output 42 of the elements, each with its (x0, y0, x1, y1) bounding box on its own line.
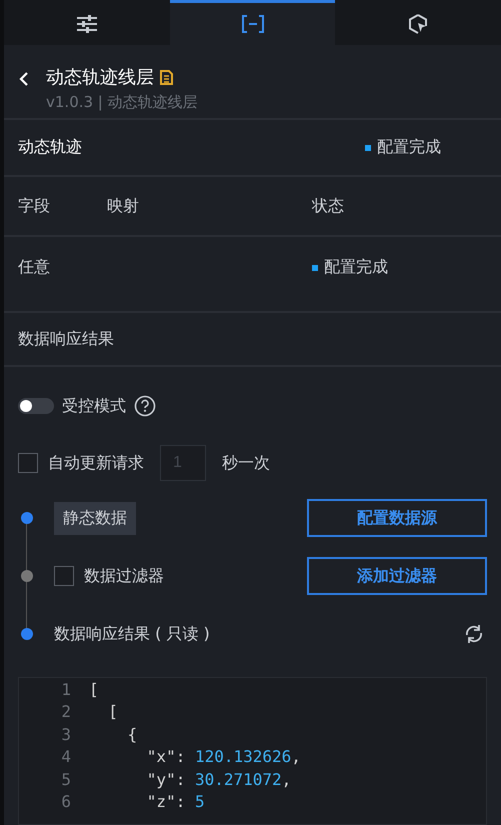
toggle-switch[interactable] (18, 398, 54, 414)
layer-title: 动态轨迹线层 (46, 66, 154, 89)
version-text: v1.0.3 | 动态轨迹线层 (46, 93, 198, 112)
status-text: 配置完成 (377, 137, 441, 158)
brackets-icon (242, 15, 264, 33)
checkbox[interactable] (18, 453, 38, 473)
back-icon[interactable] (18, 71, 30, 87)
column-header: 字段 (18, 196, 51, 216)
source-tag: 静态数据 (54, 502, 136, 534)
column-header: 状态 (312, 196, 344, 216)
line-number: 5 (60, 770, 72, 789)
code-line: "z": 5 (146, 792, 205, 812)
column-header: 映射 (107, 196, 140, 216)
section-title: 动态轨迹 (18, 137, 83, 158)
table-cell-text: 任意 (18, 257, 51, 278)
action-button[interactable]: 添加过滤器 (307, 557, 487, 595)
hexagon-cursor-icon (408, 14, 428, 34)
line-number: 6 (60, 792, 72, 812)
document-icon[interactable] (160, 70, 173, 84)
interval-unit: 秒一次 (222, 452, 270, 474)
checkbox[interactable] (54, 566, 74, 586)
section-title: 数据响应结果 (18, 328, 114, 350)
code-line: "y": 30.271072, (146, 770, 292, 789)
code-line: [ (107, 702, 118, 722)
status-text: 配置完成 (324, 257, 388, 278)
code-line: "x": 120.132626, (146, 747, 301, 766)
step-label: 数据响应结果 ( 只读 ) (54, 624, 210, 644)
panel-tab[interactable] (4, 0, 170, 45)
checkbox-label: 数据过滤器 (84, 566, 164, 586)
toggle-label: 受控模式 (62, 396, 126, 416)
action-button[interactable]: 配置数据源 (307, 499, 487, 537)
help-icon[interactable] (134, 395, 156, 417)
line-number: 1 (60, 680, 72, 699)
line-number: 2 (60, 702, 72, 722)
code-line: { (126, 724, 138, 744)
refresh-icon[interactable] (464, 624, 484, 644)
line-number: 3 (60, 724, 72, 744)
code-line: [ (89, 680, 99, 699)
sliders-icon (76, 15, 97, 33)
checkbox-label: 自动更新请求 (48, 452, 144, 474)
line-number: 4 (60, 747, 72, 766)
code-editor[interactable]: 1 [ 2 [ 3 { 4 "x": 120.132626, 5 "y": 30.271072, 6 "z": 5 (18, 677, 487, 825)
